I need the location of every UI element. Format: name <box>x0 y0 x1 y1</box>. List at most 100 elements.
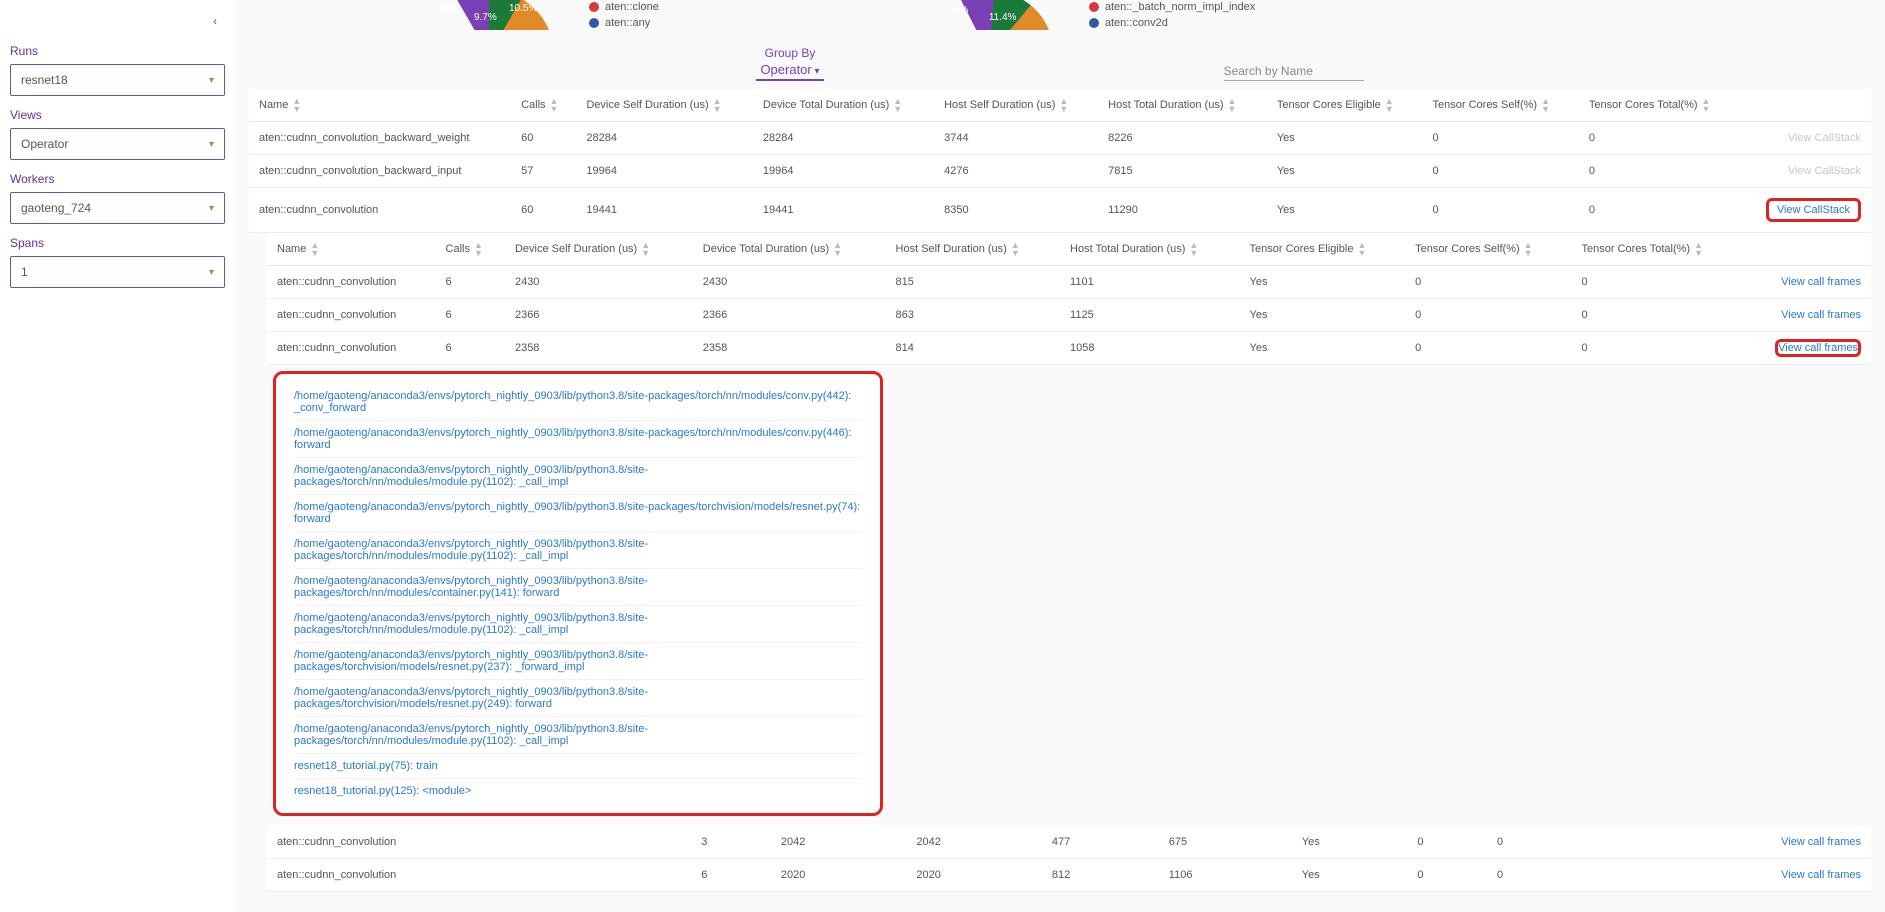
chevron-down-icon: ▾ <box>209 203 214 214</box>
column-header[interactable]: Tensor Cores Self(%)▲▼ <box>1423 89 1579 122</box>
cell: Yes <box>1240 266 1406 299</box>
column-header[interactable] <box>1740 89 1871 122</box>
column-header[interactable]: Device Self Duration (us)▲▼ <box>576 89 753 122</box>
cell: 3 <box>691 826 771 859</box>
runs-value: resnet18 <box>21 73 68 87</box>
stack-frame[interactable]: /home/gaoteng/anaconda3/envs/pytorch_nig… <box>294 458 862 495</box>
cell: 0 <box>1405 299 1571 332</box>
runs-select[interactable]: resnet18 ▾ <box>10 64 225 96</box>
cell: aten::cudnn_convolution <box>267 826 691 859</box>
views-label: Views <box>10 108 225 122</box>
cell: aten::cudnn_convolution <box>267 859 691 892</box>
cell: 7815 <box>1098 155 1267 188</box>
search-input[interactable]: Search by Name <box>1224 62 1364 81</box>
cell: aten::cudnn_convolution <box>249 188 511 233</box>
cell: 0 <box>1407 859 1487 892</box>
cell: Yes <box>1240 332 1406 365</box>
cell: 0 <box>1579 155 1740 188</box>
cell: 6 <box>436 332 505 365</box>
stack-frame[interactable]: /home/gaoteng/anaconda3/envs/pytorch_nig… <box>294 606 862 643</box>
cell: 19964 <box>753 155 934 188</box>
cell: 57 <box>511 155 576 188</box>
legend-1: aten::cloneaten::any <box>589 1 659 29</box>
legend-text: aten::any <box>605 17 650 29</box>
stack-frame[interactable]: /home/gaoteng/anaconda3/envs/pytorch_nig… <box>294 680 862 717</box>
column-header[interactable]: Tensor Cores Eligible▲▼ <box>1267 89 1423 122</box>
cell: 28284 <box>576 122 753 155</box>
column-header[interactable]: Calls▲▼ <box>436 233 505 266</box>
column-header[interactable] <box>1743 233 1871 266</box>
cell: 19964 <box>576 155 753 188</box>
cell: Yes <box>1292 826 1408 859</box>
views-select[interactable]: Operator ▾ <box>10 128 225 160</box>
stack-frame[interactable]: /home/gaoteng/anaconda3/envs/pytorch_nig… <box>294 384 862 421</box>
cell: 6 <box>436 266 505 299</box>
cell: 2020 <box>771 859 907 892</box>
cell: 0 <box>1571 299 1742 332</box>
column-header[interactable]: Tensor Cores Total(%)▲▼ <box>1571 233 1742 266</box>
cell: 60 <box>511 188 576 233</box>
nested-table-tail: aten::cudnn_convolution320422042477675Ye… <box>267 826 1871 892</box>
stack-frame[interactable]: resnet18_tutorial.py(75): train <box>294 754 862 779</box>
column-header[interactable]: Host Self Duration (us)▲▼ <box>934 89 1098 122</box>
view-callstack-button[interactable]: View call frames <box>1781 276 1861 288</box>
cell: 0 <box>1487 826 1567 859</box>
group-by-value[interactable]: Operator <box>756 60 823 81</box>
stack-frame[interactable]: /home/gaoteng/anaconda3/envs/pytorch_nig… <box>294 495 862 532</box>
sidebar: ‹ Runs resnet18 ▾ Views Operator ▾ Worke… <box>0 0 235 912</box>
column-header[interactable]: Device Total Duration (us)▲▼ <box>693 233 886 266</box>
column-header[interactable]: Tensor Cores Eligible▲▼ <box>1240 233 1406 266</box>
table-row: aten::cudnn_convolution6243024308151101Y… <box>267 266 1871 299</box>
column-header[interactable]: Device Self Duration (us)▲▼ <box>505 233 693 266</box>
stack-frame[interactable]: /home/gaoteng/anaconda3/envs/pytorch_nig… <box>294 421 862 458</box>
cell: 19441 <box>753 188 934 233</box>
stack-frame[interactable]: /home/gaoteng/anaconda3/envs/pytorch_nig… <box>294 717 862 754</box>
views-value: Operator <box>21 137 68 151</box>
view-callstack-button[interactable]: View call frames <box>1781 309 1861 321</box>
legend-item: aten::clone <box>589 1 659 13</box>
cell: 2042 <box>906 826 1042 859</box>
cell: 2366 <box>505 299 693 332</box>
view-callstack-button[interactable]: View CallStack <box>1766 198 1861 222</box>
stack-frame[interactable]: /home/gaoteng/anaconda3/envs/pytorch_nig… <box>294 569 862 606</box>
cell: 2358 <box>505 332 693 365</box>
view-callstack-button: View CallStack <box>1788 132 1861 144</box>
cell: Yes <box>1267 122 1423 155</box>
pie-chart-2: 8% 11.4% <box>909 0 1069 30</box>
stack-frame[interactable]: /home/gaoteng/anaconda3/envs/pytorch_nig… <box>294 643 862 680</box>
legend-dot-icon <box>1089 18 1099 28</box>
workers-select[interactable]: gaoteng_724 ▾ <box>10 192 225 224</box>
column-header[interactable]: Host Total Duration (us)▲▼ <box>1060 233 1239 266</box>
group-by-control[interactable]: Group By Operator <box>756 46 823 81</box>
spans-value: 1 <box>21 265 28 279</box>
cell: 0 <box>1423 155 1579 188</box>
cell: 28284 <box>753 122 934 155</box>
column-header[interactable]: Device Total Duration (us)▲▼ <box>753 89 934 122</box>
legend-dot-icon <box>1089 2 1099 12</box>
column-header[interactable]: Tensor Cores Self(%)▲▼ <box>1405 233 1571 266</box>
view-callstack-button[interactable]: View call frames <box>1781 869 1861 881</box>
cell: 8350 <box>934 188 1098 233</box>
cell: 815 <box>886 266 1061 299</box>
stack-frame[interactable]: /home/gaoteng/anaconda3/envs/pytorch_nig… <box>294 532 862 569</box>
table-row: aten::cudnn_convolution60194411944183501… <box>249 188 1871 233</box>
cell: 0 <box>1423 122 1579 155</box>
cell: 1101 <box>1060 266 1239 299</box>
column-header[interactable]: Host Self Duration (us)▲▼ <box>886 233 1061 266</box>
cell: 812 <box>1042 859 1159 892</box>
column-header[interactable]: Calls▲▼ <box>511 89 576 122</box>
column-header[interactable]: Tensor Cores Total(%)▲▼ <box>1579 89 1740 122</box>
view-callstack-button[interactable]: View call frames <box>1781 836 1861 848</box>
spans-select[interactable]: 1 ▾ <box>10 256 225 288</box>
view-callstack-button[interactable]: View call frames <box>1775 339 1861 357</box>
cell: 2430 <box>505 266 693 299</box>
column-header[interactable]: Name▲▼ <box>249 89 511 122</box>
column-header[interactable]: Host Total Duration (us)▲▼ <box>1098 89 1267 122</box>
table-row: aten::cudnn_convolution320422042477675Ye… <box>267 826 1871 859</box>
collapse-sidebar-button[interactable]: ‹ <box>10 10 225 32</box>
cell: 0 <box>1571 332 1742 365</box>
cell: 1106 <box>1159 859 1292 892</box>
stack-frame[interactable]: resnet18_tutorial.py(125): <module> <box>294 779 862 803</box>
cell: 0 <box>1571 266 1742 299</box>
column-header[interactable]: Name▲▼ <box>267 233 436 266</box>
